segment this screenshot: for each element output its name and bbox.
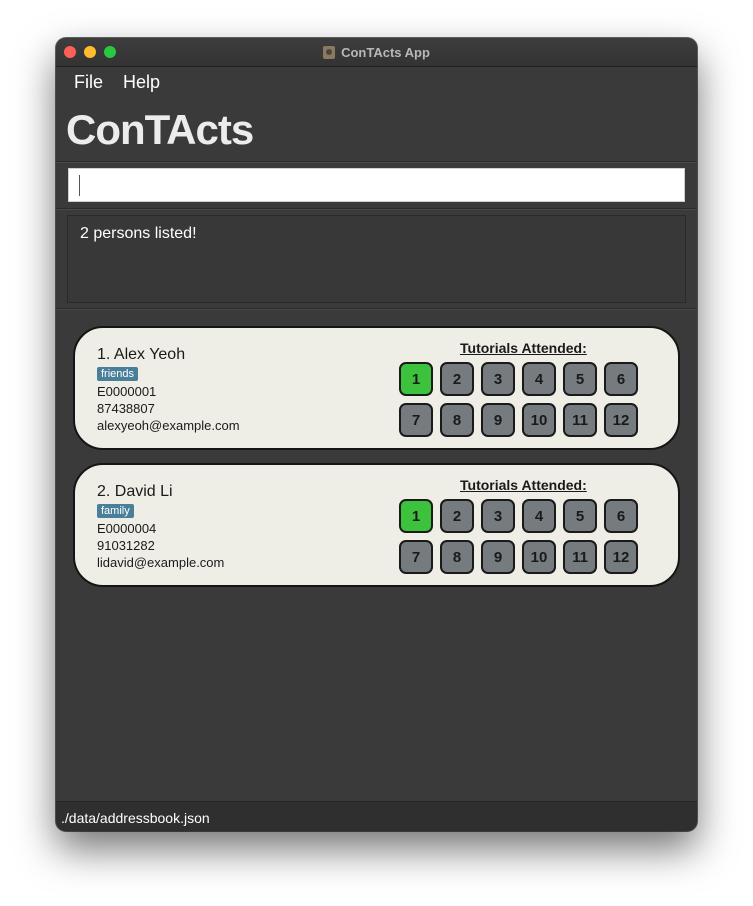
result-display: 2 persons listed! — [67, 215, 686, 303]
divider — [56, 161, 697, 163]
tutorial-2-button[interactable]: 2 — [440, 362, 474, 396]
menu-help[interactable]: Help — [123, 72, 160, 93]
person-tag: family — [97, 504, 134, 518]
tutorial-10-button[interactable]: 10 — [522, 540, 556, 574]
divider — [56, 308, 697, 310]
tutorials-heading: Tutorials Attended: — [460, 340, 587, 356]
tutorial-6-button[interactable]: 6 — [604, 499, 638, 533]
person-card[interactable]: 1. Alex Yeoh friends E0000001 87438807 alexy… — [73, 326, 680, 450]
person-email: alexyeoh@example.com — [97, 418, 240, 433]
text-caret — [79, 175, 80, 196]
tutorial-1-button[interactable]: 1 — [399, 499, 433, 533]
window-title: ConTActs App — [341, 44, 430, 60]
tutorial-5-button[interactable]: 5 — [563, 499, 597, 533]
save-location: ./data/addressbook.json — [61, 810, 210, 826]
app-window: ConTActs App File Help ConTActs 2 person… — [56, 38, 697, 831]
status-bar: ./data/addressbook.json — [56, 801, 697, 831]
app-heading: ConTActs — [66, 106, 254, 153]
person-name: 2. David Li — [97, 483, 173, 500]
title-bar[interactable]: ConTActs App — [56, 38, 697, 67]
tutorial-4-button[interactable]: 4 — [522, 499, 556, 533]
tutorial-3-button[interactable]: 3 — [481, 362, 515, 396]
tutorial-3-button[interactable]: 3 — [481, 499, 515, 533]
person-tag: friends — [97, 367, 139, 381]
tutorial-11-button[interactable]: 11 — [563, 540, 597, 574]
person-phone: 87438807 — [97, 401, 155, 416]
menu-bar: File Help — [56, 67, 697, 97]
person-id: E0000004 — [97, 521, 157, 536]
app-icon — [323, 45, 336, 59]
tutorial-9-button[interactable]: 9 — [481, 540, 515, 574]
person-email: lidavid@example.com — [97, 555, 225, 570]
tutorial-2-button[interactable]: 2 — [440, 499, 474, 533]
person-list[interactable]: 1. Alex Yeoh friends E0000001 87438807 alexy… — [56, 310, 697, 801]
person-name: 1. Alex Yeoh — [97, 346, 186, 363]
person-phone: 91031282 — [97, 538, 155, 553]
person-id: E0000001 — [97, 384, 157, 399]
menu-file[interactable]: File — [74, 72, 103, 93]
tutorial-12-button[interactable]: 12 — [604, 403, 638, 437]
divider — [56, 208, 697, 210]
person-card[interactable]: 2. David Li family E0000004 91031282 lidavid… — [73, 463, 680, 587]
tutorial-5-button[interactable]: 5 — [563, 362, 597, 396]
tutorial-1-button[interactable]: 1 — [399, 362, 433, 396]
command-input[interactable] — [68, 168, 685, 202]
tutorial-4-button[interactable]: 4 — [522, 362, 556, 396]
tutorial-6-button[interactable]: 6 — [604, 362, 638, 396]
tutorial-8-button[interactable]: 8 — [440, 403, 474, 437]
tutorial-9-button[interactable]: 9 — [481, 403, 515, 437]
tutorial-11-button[interactable]: 11 — [563, 403, 597, 437]
tutorial-10-button[interactable]: 10 — [522, 403, 556, 437]
tutorial-7-button[interactable]: 7 — [399, 403, 433, 437]
result-message: 2 persons listed! — [80, 225, 197, 242]
tutorial-12-button[interactable]: 12 — [604, 540, 638, 574]
tutorials-heading: Tutorials Attended: — [460, 477, 587, 493]
tutorial-8-button[interactable]: 8 — [440, 540, 474, 574]
tutorial-7-button[interactable]: 7 — [399, 540, 433, 574]
